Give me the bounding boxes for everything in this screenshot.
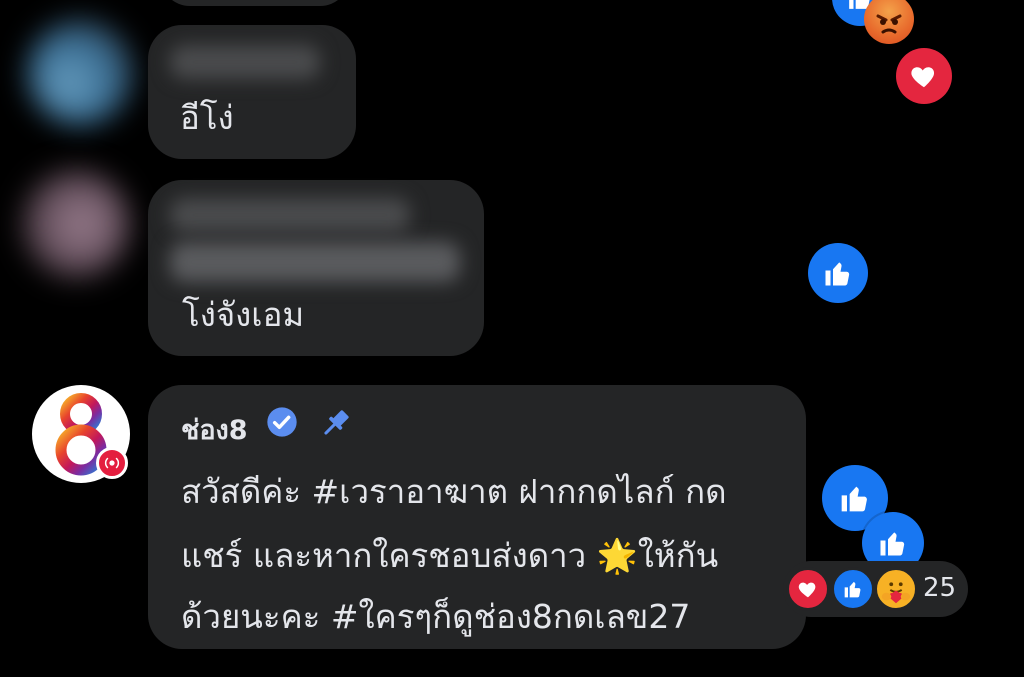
comment-bubble[interactable]: อีโง่ bbox=[148, 25, 356, 159]
floating-love-reaction bbox=[896, 48, 952, 104]
comment-bubble[interactable]: โง่จังเอม bbox=[148, 180, 484, 356]
reaction-count: 25 bbox=[923, 573, 957, 603]
angry-face-icon bbox=[864, 0, 914, 44]
pinned-comment-line: ด้วยนะคะ #ใครๆก็ดูช่อง8กดเลข27 bbox=[181, 597, 691, 636]
thumbs-up-icon bbox=[880, 532, 905, 556]
pinned-comment-line: แชร์ และหากใครชอบส่งดาว 🌟ให้กัน bbox=[181, 536, 719, 575]
care-hug-icon bbox=[874, 567, 918, 611]
commenter-avatar[interactable] bbox=[22, 170, 130, 278]
pinned-comment-line: สวัสดีค่ะ #เวราอาฆาต ฝากกดไลก์ กด bbox=[181, 472, 727, 511]
comment-text: อีโง่ bbox=[180, 98, 234, 137]
heart-icon bbox=[911, 67, 935, 88]
verified-badge-icon bbox=[266, 406, 298, 438]
heart-icon bbox=[786, 567, 830, 611]
thumbs-up-icon bbox=[831, 567, 875, 611]
commenter-name-redacted bbox=[170, 198, 410, 232]
thumbs-up-icon bbox=[825, 262, 850, 286]
previous-comment-bubble bbox=[160, 0, 350, 6]
comment-text-redacted bbox=[170, 242, 460, 282]
floating-like-reaction bbox=[808, 243, 868, 303]
thumbs-up-icon bbox=[841, 486, 867, 512]
reaction-summary[interactable]: 25 bbox=[783, 561, 968, 617]
comment-text: โง่จังเอม bbox=[182, 295, 305, 334]
commenter-avatar[interactable] bbox=[28, 20, 133, 125]
pin-icon bbox=[318, 405, 354, 441]
pinned-author-name[interactable]: ช่อง8 bbox=[181, 408, 248, 451]
commenter-name-redacted bbox=[170, 45, 320, 79]
live-broadcast-icon bbox=[96, 447, 128, 479]
